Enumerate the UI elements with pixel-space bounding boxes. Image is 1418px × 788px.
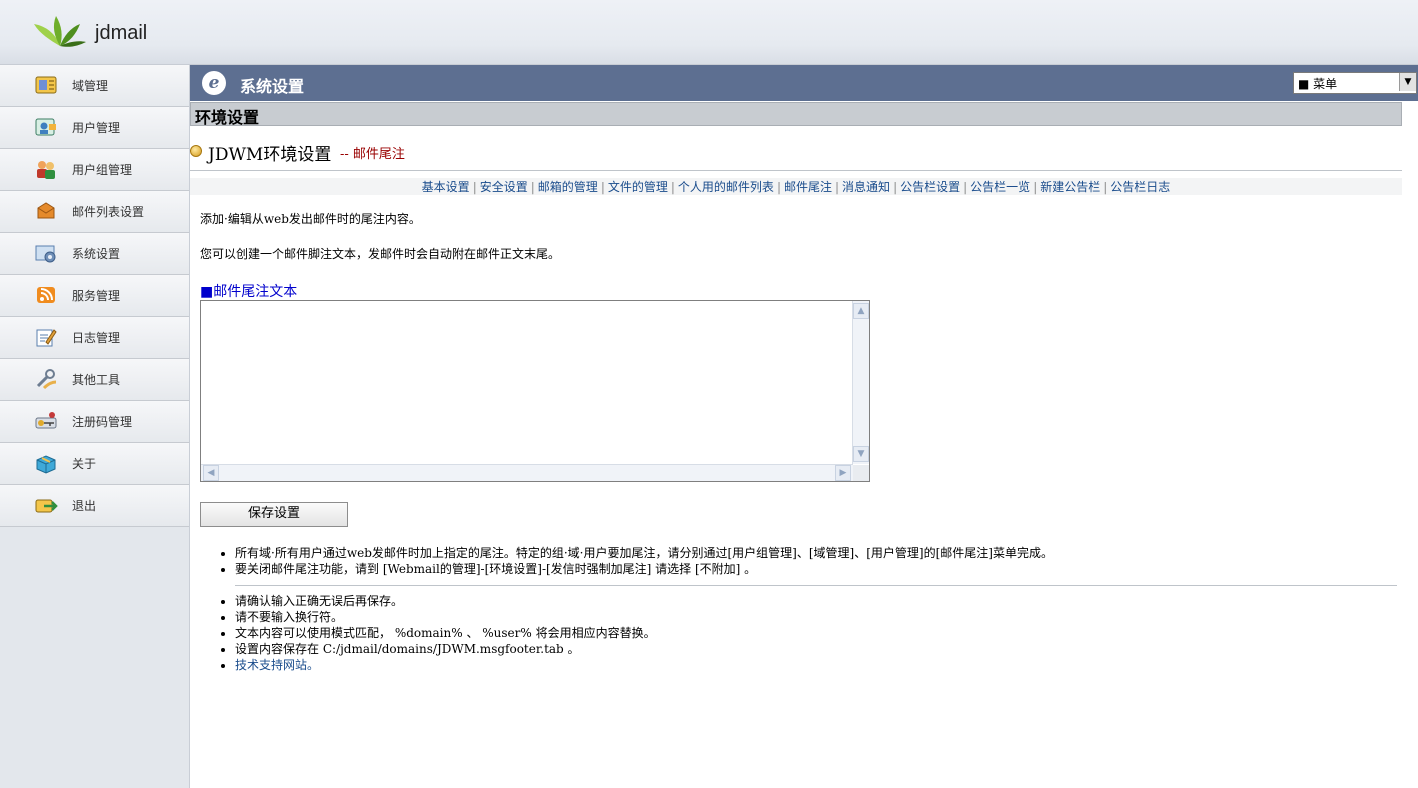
tab-mailbox-management[interactable]: 邮箱的管理 [538,180,598,194]
sidebar-item-label: 邮件列表设置 [72,205,145,219]
list-item: 请确认输入正确无误后再保存。 [235,593,656,609]
support-link[interactable]: 技术支持网站。 [235,658,319,672]
tab-mail-footer[interactable]: 邮件尾注 [784,180,832,194]
sidebar-item-log[interactable]: 日志管理 [0,317,189,359]
sidebar-item-label: 系统设置 [72,247,121,261]
list-item: 所有域·所有用户通过web发邮件时加上指定的尾注。特定的组·域·用户要加尾注，请… [235,545,1053,561]
sidebar-item-service[interactable]: 服务管理 [0,275,189,317]
sidebar-item-label: 退出 [72,499,97,513]
tab-security-settings[interactable]: 安全设置 [480,180,528,194]
divider [235,585,1397,586]
logout-icon [35,499,58,513]
sidebar-item-label: 日志管理 [72,331,121,345]
list-item: 文本内容可以使用模式匹配， %domain% 、 %user% 将会用相应内容替… [235,625,656,641]
list-item: 请不要输入换行符。 [235,609,656,625]
bullet-dot-icon [190,145,202,157]
description-text-2: 您可以创建一个邮件脚注文本，发邮件时会自动附在邮件正文末尾。 [200,247,561,261]
sidebar-item-tools[interactable]: 其他工具 [0,359,189,401]
tab-file-management[interactable]: 文件的管理 [608,180,668,194]
sidebar-item-license[interactable]: 注册码管理 [0,401,189,443]
top-bar: jdmail [0,0,1418,65]
system-settings-icon [35,245,56,263]
tab-personal-mailing-list[interactable]: 个人用的邮件列表 [678,180,774,194]
main-header: e 系统设置 ■ 菜单 ▼ [190,65,1418,101]
e-logo-icon: e [202,71,226,95]
list-item: 技术支持网站。 [235,657,656,673]
section-title: 环境设置 [195,108,260,127]
app-logo-text: jdmail [95,22,148,44]
service-icon [37,287,55,303]
divider [190,170,1402,171]
tools-icon [36,369,57,390]
sidebar-item-label: 注册码管理 [72,415,133,429]
save-settings-button[interactable]: 保存设置 [200,502,348,527]
scroll-down-icon[interactable]: ▼ [853,446,869,462]
sidebar-item-label: 用户组管理 [72,163,133,177]
sidebar-item-domain[interactable]: 域管理 [0,65,189,107]
tab-bulletin-log[interactable]: 公告栏日志 [1110,180,1170,194]
tab-bulletin-list[interactable]: 公告栏一览 [970,180,1030,194]
notes-list: 所有域·所有用户通过web发邮件时加上指定的尾注。特定的组·域·用户要加尾注，请… [218,545,1053,577]
domain-icon [35,76,57,94]
scroll-up-icon[interactable]: ▲ [853,303,869,319]
menu-select-value: ■ 菜单 [1298,77,1338,91]
sidebar-item-mailing-list[interactable]: 邮件列表设置 [0,191,189,233]
description-text: 添加·编辑从web发出邮件时的尾注内容。 [200,212,421,226]
sidebar-item-label: 服务管理 [72,289,121,303]
horizontal-scrollbar[interactable]: ◀ ▶ [201,464,853,481]
mailing-list-icon [37,202,55,219]
tips-list: 请确认输入正确无误后再保存。 请不要输入换行符。 文本内容可以使用模式匹配， %… [218,593,656,673]
sidebar-item-label: 其他工具 [72,373,121,387]
sidebar-item-label: 关于 [72,457,97,471]
tab-basic-settings[interactable]: 基本设置 [422,180,470,194]
header-title: 系统设置 [240,77,305,96]
page-title: JDWM环境设置 [208,145,332,165]
sidebar-item-label: 域管理 [72,79,109,93]
page-subtitle: -- 邮件尾注 [340,147,405,162]
footer-text-label: ■邮件尾注文本 [200,284,298,300]
sidebar-item-logout[interactable]: 退出 [0,485,189,527]
license-icon [35,412,57,429]
chevron-down-icon[interactable]: ▼ [1399,73,1416,91]
user-group-icon [37,161,55,179]
sidebar: 域管理 用户管理 用户组管理 邮件列表设置 系统设置 服务管理 日志管理 其他工… [0,65,190,788]
list-item: 设置内容保存在 C:/jdmail/domains/JDWM.msgfooter… [235,641,656,657]
menu-select[interactable]: ■ 菜单 ▼ [1293,72,1417,94]
log-icon [36,329,57,347]
logo-leaf-icon [34,16,86,47]
sidebar-item-system-settings[interactable]: 系统设置 [0,233,189,275]
vertical-scrollbar[interactable]: ▲ ▼ [852,301,869,464]
list-item: 要关闭邮件尾注功能，请到 [Webmail的管理]-[环境设置]-[发信时强制加… [235,561,1053,577]
tab-notifications[interactable]: 消息通知 [842,180,890,194]
sidebar-item-label: 用户管理 [72,121,121,135]
user-icon [35,118,56,136]
settings-tabs: 基本设置 | 安全设置 | 邮箱的管理 | 文件的管理 | 个人用的邮件列表 | 邮件尾注 | 消息通知… [190,178,1402,195]
tab-bulletin-settings[interactable]: 公告栏设置 [900,180,960,194]
scrollbar-corner [853,465,869,481]
footer-text-textarea[interactable]: ▲ ▼ ◀ ▶ [200,300,870,482]
sidebar-item-user[interactable]: 用户管理 [0,107,189,149]
section-bar: 环境设置 [190,102,1402,127]
about-icon [36,455,56,474]
tab-new-bulletin[interactable]: 新建公告栏 [1040,180,1100,194]
sidebar-item-about[interactable]: 关于 [0,443,189,485]
scroll-left-icon[interactable]: ◀ [203,465,219,481]
scroll-right-icon[interactable]: ▶ [835,465,851,481]
sidebar-item-user-group[interactable]: 用户组管理 [0,149,189,191]
